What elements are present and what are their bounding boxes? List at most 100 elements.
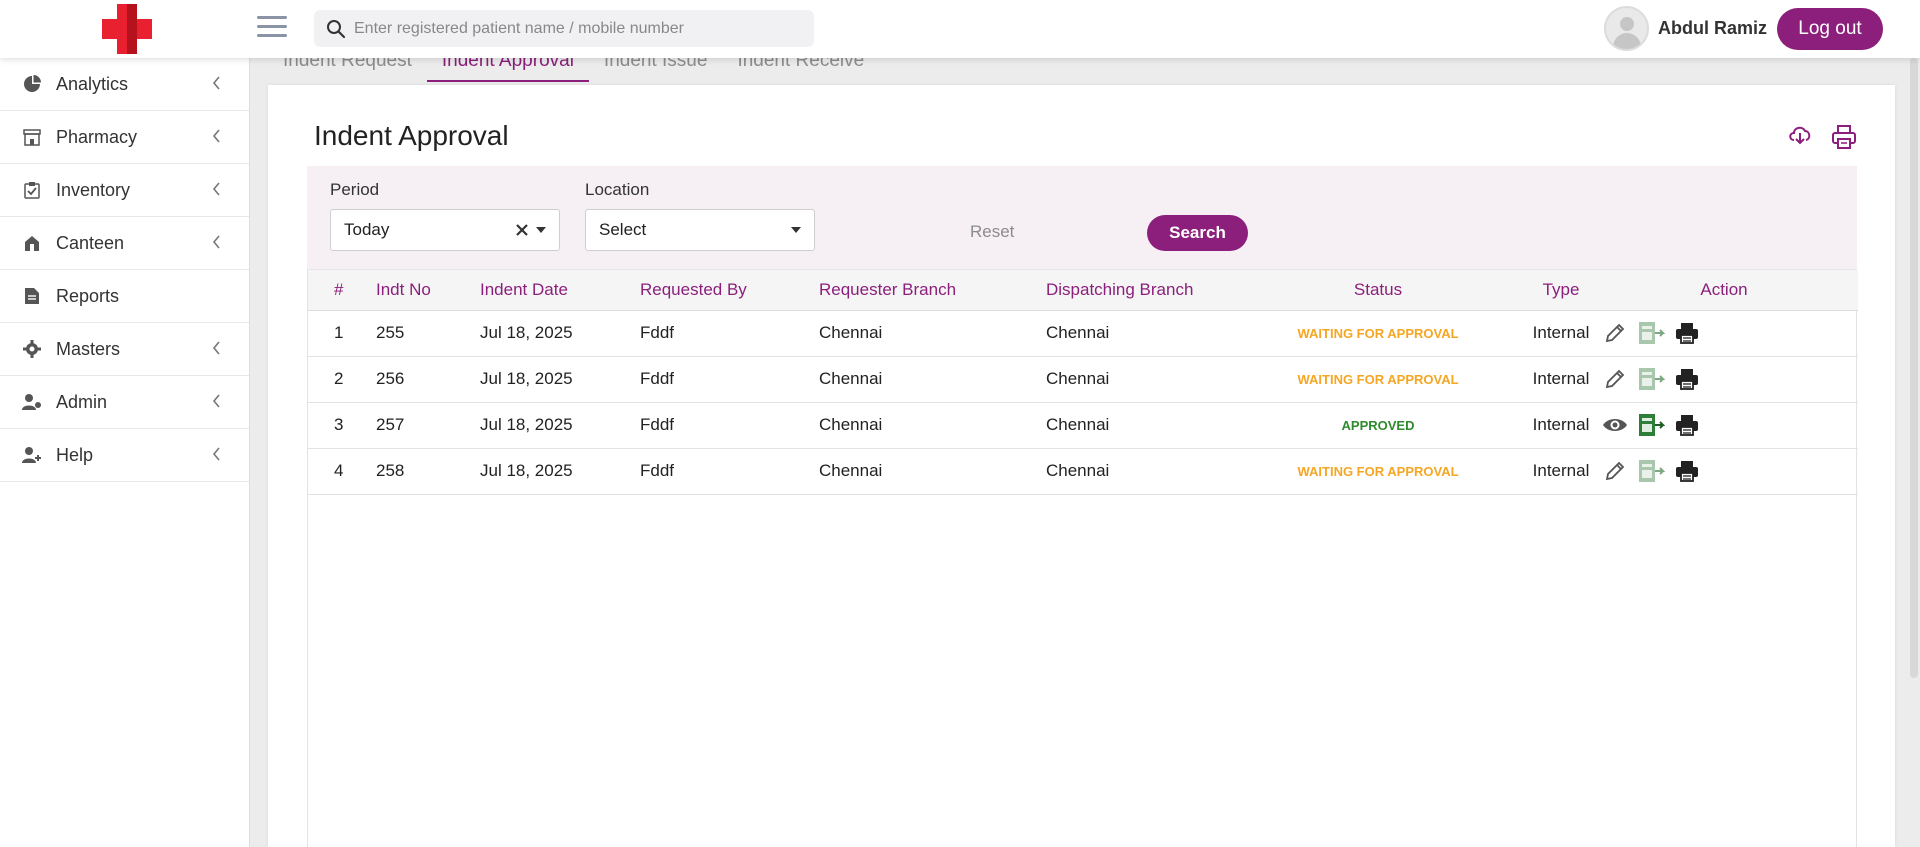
col-header: Requested By xyxy=(640,270,819,311)
issue-icon[interactable] xyxy=(1637,365,1665,393)
reset-button[interactable]: Reset xyxy=(970,222,1014,242)
status-badge: APPROVED xyxy=(1264,402,1492,449)
location-value: Select xyxy=(599,220,647,239)
indent-date: Jul 18, 2025 xyxy=(480,310,640,357)
dispatching-branch: Chennai xyxy=(1046,310,1264,357)
indent-number: 256 xyxy=(376,356,480,403)
view-icon[interactable] xyxy=(1601,411,1629,439)
requested-by: Fddf xyxy=(640,356,819,403)
indent-date: Jul 18, 2025 xyxy=(480,356,640,403)
col-header: Dispatching Branch xyxy=(1046,270,1264,311)
sidebar-item-pharmacy[interactable]: Pharmacy xyxy=(0,111,249,164)
printer-icon[interactable] xyxy=(1831,124,1857,155)
row-number: 4 xyxy=(308,448,376,495)
page-scrollbar[interactable] xyxy=(1910,58,1918,678)
user-name: Abdul Ramiz xyxy=(1658,18,1768,38)
patient-search xyxy=(314,10,814,47)
pie-chart-icon xyxy=(22,74,42,94)
sidebar-item-inventory[interactable]: Inventory xyxy=(0,164,249,217)
chevron-left-icon xyxy=(212,394,220,408)
document-icon xyxy=(22,286,42,306)
dispatching-branch: Chennai xyxy=(1046,402,1264,449)
edit-icon[interactable] xyxy=(1601,457,1629,485)
cloud-download-icon[interactable] xyxy=(1788,124,1812,151)
status-badge: WAITING FOR APPROVAL xyxy=(1264,448,1492,495)
app-logo[interactable] xyxy=(102,4,152,54)
indent-date: Jul 18, 2025 xyxy=(480,402,640,449)
avatar[interactable] xyxy=(1604,6,1649,51)
period-value: Today xyxy=(344,220,390,239)
sidebar-item-label: Admin xyxy=(56,391,108,412)
row-actions xyxy=(1590,310,1858,357)
sidebar-item-masters[interactable]: Masters xyxy=(0,323,249,376)
sidebar-item-canteen[interactable]: Canteen xyxy=(0,217,249,270)
location-select[interactable]: Select xyxy=(585,209,815,251)
dispatching-branch: Chennai xyxy=(1046,448,1264,495)
print-row-icon[interactable] xyxy=(1673,457,1701,485)
sidebar-item-reports[interactable]: Reports xyxy=(0,270,249,323)
table-row: 3 257 Jul 18, 2025 Fddf Chennai Chennai APPROV… xyxy=(308,402,1858,449)
filter-panel: Period Today Location Select Search Rese… xyxy=(307,166,1857,270)
user-plus-icon xyxy=(22,445,42,465)
location-label: Location xyxy=(585,180,650,199)
requester-branch: Chennai xyxy=(819,448,1046,495)
table-row: 1 255 Jul 18, 2025 Fddf Chennai Chennai WAITIN… xyxy=(308,310,1858,357)
user-gear-icon xyxy=(22,392,42,412)
chevron-down-icon xyxy=(536,227,546,233)
sidebar-item-help[interactable]: Help xyxy=(0,429,249,482)
table-header-row: # Indt No Indent Date Requested By Reque… xyxy=(308,270,1858,311)
col-header: # xyxy=(308,270,376,311)
requested-by: Fddf xyxy=(640,402,819,449)
issue-icon[interactable] xyxy=(1637,411,1665,439)
page-title: Indent Approval xyxy=(314,120,509,151)
search-icon xyxy=(327,19,346,38)
col-header: Action xyxy=(1590,270,1858,311)
search-button[interactable]: Search xyxy=(1147,215,1248,251)
edit-icon[interactable] xyxy=(1601,365,1629,393)
issue-icon[interactable] xyxy=(1637,319,1665,347)
top-header: Abdul Ramiz Log out xyxy=(0,0,1920,58)
indent-type: Internal xyxy=(1492,448,1590,495)
edit-icon[interactable] xyxy=(1601,319,1629,347)
clear-icon[interactable] xyxy=(516,224,528,236)
print-row-icon[interactable] xyxy=(1673,365,1701,393)
chevron-left-icon xyxy=(212,235,220,249)
table-row: 4 258 Jul 18, 2025 Fddf Chennai Chennai WAITIN… xyxy=(308,448,1858,495)
chevron-left-icon xyxy=(212,341,220,355)
chevron-left-icon xyxy=(212,182,220,196)
sidebar-item-label: Masters xyxy=(56,338,121,359)
row-number: 1 xyxy=(308,310,376,357)
logout-button[interactable]: Log out xyxy=(1777,8,1883,50)
row-number: 3 xyxy=(308,402,376,449)
sidebar: Analytics Pharmacy Inventory Canteen Rep… xyxy=(0,58,250,847)
menu-toggle-icon[interactable] xyxy=(257,16,287,38)
period-select[interactable]: Today xyxy=(330,209,560,251)
chevron-down-icon xyxy=(791,227,801,233)
search-input[interactable] xyxy=(354,19,794,38)
sidebar-item-admin[interactable]: Admin xyxy=(0,376,249,429)
sidebar-item-label: Reports xyxy=(56,285,120,306)
chevron-left-icon xyxy=(212,76,220,90)
sidebar-item-label: Help xyxy=(56,444,94,465)
chevron-left-icon xyxy=(212,447,220,461)
sidebar-item-label: Canteen xyxy=(56,232,125,253)
chevron-left-icon xyxy=(212,129,220,143)
indent-number: 255 xyxy=(376,310,480,357)
sidebar-item-analytics[interactable]: Analytics xyxy=(0,58,249,111)
print-row-icon[interactable] xyxy=(1673,319,1701,347)
indent-number: 257 xyxy=(376,402,480,449)
indent-table: # Indt No Indent Date Requested By Reque… xyxy=(307,270,1858,847)
col-header: Requester Branch xyxy=(819,270,1046,311)
indent-number: 258 xyxy=(376,448,480,495)
status-badge: WAITING FOR APPROVAL xyxy=(1264,310,1492,357)
canteen-icon xyxy=(22,233,42,253)
col-header: Status xyxy=(1264,270,1492,311)
requested-by: Fddf xyxy=(640,448,819,495)
issue-icon[interactable] xyxy=(1637,457,1665,485)
status-badge: WAITING FOR APPROVAL xyxy=(1264,356,1492,403)
col-header: Indt No xyxy=(376,270,480,311)
print-row-icon[interactable] xyxy=(1673,411,1701,439)
indent-type: Internal xyxy=(1492,402,1590,449)
row-actions xyxy=(1590,448,1858,495)
row-number: 2 xyxy=(308,356,376,403)
